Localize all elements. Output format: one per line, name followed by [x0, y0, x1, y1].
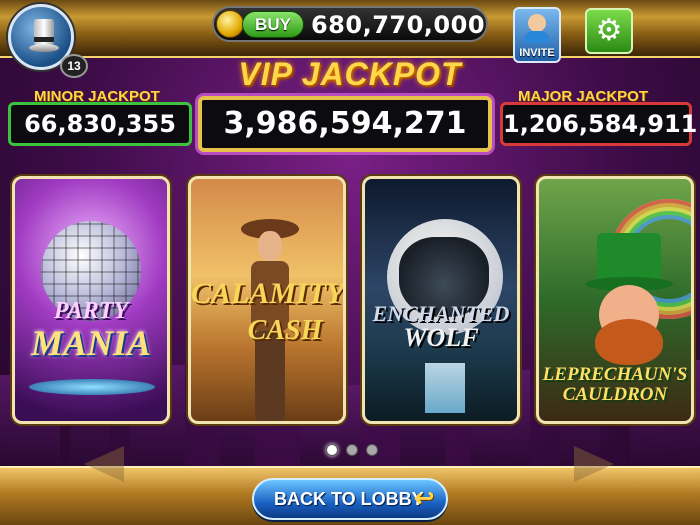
major-jackpot-value: 1,206,584,911	[503, 110, 698, 138]
scroll-left-arrow-icon[interactable]	[84, 446, 124, 482]
vip-jackpot-title: VIP JACKPOT	[238, 56, 462, 92]
page-dot[interactable]	[326, 444, 338, 456]
settings-button[interactable]: ⚙	[585, 8, 633, 54]
game-title-line1: ENCHANTED	[372, 301, 510, 326]
invite-label: INVITE	[519, 47, 555, 59]
top-hat-icon	[29, 19, 59, 55]
invite-button[interactable]: INVITE	[513, 7, 561, 63]
buy-coins-button[interactable]: BUY	[242, 11, 304, 38]
person-icon	[528, 14, 546, 32]
return-arrow-icon: ↩	[414, 485, 435, 512]
game-title-line1: LEPRECHAUN'S	[542, 364, 688, 385]
coin-balance-bar: BUY 680,770,000	[212, 6, 488, 42]
back-to-lobby-label: BACK TO LOBBY	[274, 489, 424, 509]
minor-jackpot-panel: 66,830,355	[8, 102, 192, 146]
slots-game-screen: 13 BUY 680,770,000 INVITE ⚙ VIP JACKPOT …	[0, 0, 700, 525]
game-card-leprechauns-cauldron[interactable]: LEPRECHAUN'S CAULDRON	[536, 176, 694, 424]
major-jackpot-panel: 1,206,584,911	[500, 102, 698, 146]
game-title-line1: CALAMITY	[191, 277, 345, 310]
back-to-lobby-button[interactable]: BACK TO LOBBY ↩	[252, 478, 448, 520]
game-card-calamity-cash[interactable]: CALAMITY CASH	[188, 176, 346, 424]
page-dot[interactable]	[346, 444, 358, 456]
coin-icon	[216, 10, 244, 38]
game-title-line2: CASH	[247, 315, 323, 346]
game-title-line2: CAULDRON	[562, 384, 668, 405]
scroll-right-arrow-icon[interactable]	[574, 446, 614, 482]
game-card-enchanted-wolf[interactable]: ENCHANTED WOLF	[362, 176, 520, 424]
page-dot[interactable]	[366, 444, 378, 456]
coin-balance: 680,770,000	[310, 11, 486, 39]
player-level-badge: 13	[60, 54, 88, 78]
vip-jackpot-value: 3,986,594,271	[223, 106, 467, 141]
game-title-line1: PARTY	[53, 298, 129, 324]
minor-jackpot-value: 66,830,355	[24, 110, 176, 138]
game-title-line2: MANIA	[30, 323, 152, 363]
gear-icon: ⚙	[595, 13, 623, 48]
game-title-line2: WOLF	[403, 323, 479, 352]
game-card-party-mania[interactable]: PARTY MANIA	[12, 176, 170, 424]
vip-jackpot-panel: 3,986,594,271	[198, 96, 492, 152]
